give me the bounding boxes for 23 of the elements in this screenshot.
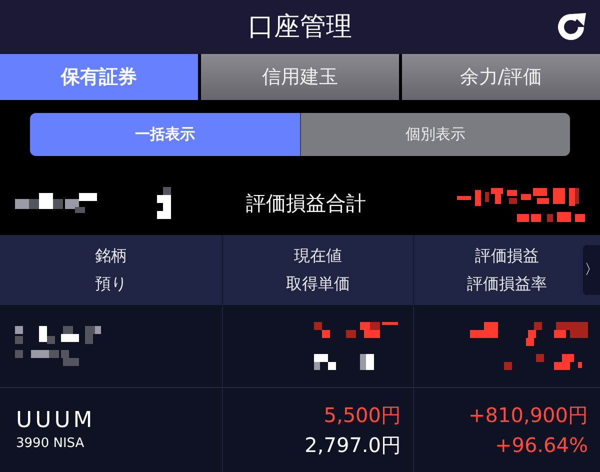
profit-rate: +96.64% [494, 432, 588, 459]
tab[interactable]: 信用建玉 [201, 54, 399, 100]
tab[interactable]: 保有証券 [0, 54, 198, 100]
pixelated-text-drawing [157, 186, 171, 218]
screen-title: 口座管理 [248, 10, 352, 44]
current-price: 5,500円 [324, 402, 401, 429]
column-header: 銘柄 [95, 245, 127, 267]
holding-row[interactable]: UUUM 3990 NISA 5,500円 2,797.0円 +810,900円 +96.64% [0, 388, 600, 472]
column-header: 現在値 [294, 245, 342, 267]
stock-name: UUUM [16, 406, 96, 434]
column-header: 評価損益率 [467, 273, 547, 295]
total-profit-label: 評価損益合計 [246, 190, 366, 216]
view-toggle-button[interactable]: 個別表示 [300, 113, 570, 156]
column-header: 取得単価 [286, 273, 350, 295]
column-header: 評価損益 [475, 245, 539, 267]
scroll-right-button[interactable]: 〉 [583, 245, 600, 295]
column-header: 預り [95, 273, 127, 295]
tab[interactable]: 余力/評価 [402, 54, 600, 100]
stock-code: 3990 NISA [16, 435, 86, 453]
holding-row[interactable] [0, 305, 600, 388]
unrealized-profit: +810,900円 [468, 402, 588, 429]
view-toggle-button[interactable]: 一括表示 [30, 113, 300, 156]
acquisition-price: 2,797.0円 [304, 432, 401, 459]
